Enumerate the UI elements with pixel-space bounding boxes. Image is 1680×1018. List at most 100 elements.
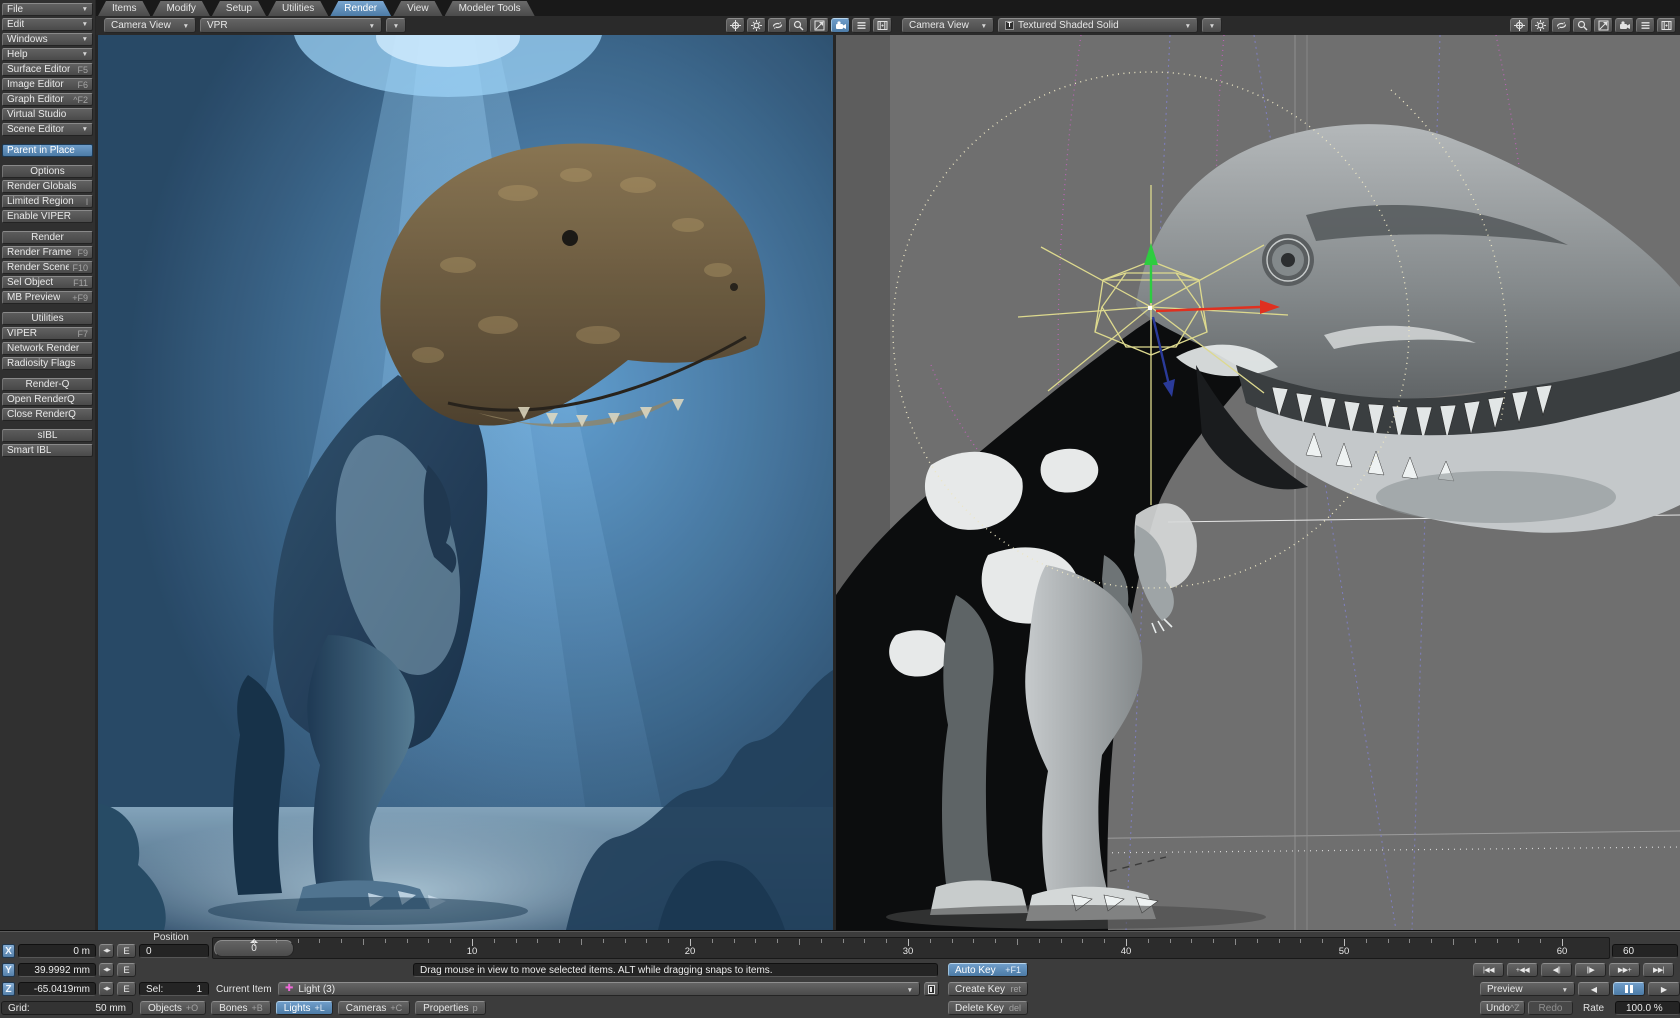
maximize-viewport-icon[interactable] [810, 18, 829, 33]
main-tab[interactable]: Items [98, 1, 150, 16]
delete-key-button[interactable]: Delete Key del [948, 1001, 1028, 1015]
position-y-field[interactable]: 39.9992 mm [18, 963, 96, 977]
frame-save-icon[interactable] [1657, 18, 1676, 33]
main-tab[interactable]: Modeler Tools [445, 1, 535, 16]
axis-x-badge: X [2, 944, 15, 958]
sidebar-item[interactable]: Render [2, 231, 93, 244]
sidebar-item[interactable]: Edit [2, 18, 93, 31]
sidebar-item[interactable]: Limited Region l [2, 195, 93, 208]
playback-step-button[interactable]: ▶▶+ [1609, 963, 1640, 977]
right-viewport-canvas[interactable] [836, 35, 1680, 930]
sidebar-item[interactable]: Render Scene F10 [2, 261, 93, 274]
sidebar-item[interactable]: Radiosity Flags [2, 357, 93, 370]
auto-key-button[interactable]: Auto Key +F1 [948, 963, 1028, 977]
end-frame-field[interactable]: 60 [1612, 944, 1678, 958]
item-type-button[interactable]: Objects +O [140, 1001, 206, 1015]
sidebar-item[interactable]: Windows [2, 33, 93, 46]
right-view-type-dropdown[interactable]: Camera View [902, 18, 994, 33]
item-type-button[interactable]: Lights +L [276, 1001, 333, 1015]
envelope-x-button[interactable]: E [117, 944, 136, 958]
pan-view-icon[interactable] [726, 18, 745, 33]
sidebar-item[interactable]: Network Render [2, 342, 93, 355]
rate-field[interactable]: 100.0 % [1615, 1001, 1680, 1015]
list-menu-icon[interactable] [1636, 18, 1655, 33]
play-reverse-button[interactable]: ◀ [1578, 982, 1610, 996]
frame-save-icon[interactable] [873, 18, 892, 33]
playback-step-button[interactable]: ◀|| [1541, 963, 1572, 977]
selection-count-field[interactable]: Sel: 1 [139, 982, 209, 996]
camera-view-icon[interactable] [831, 18, 850, 33]
create-key-button[interactable]: Create Key ret [948, 982, 1028, 996]
envelope-z-button[interactable]: E [117, 982, 136, 996]
sidebar-item[interactable]: Parent in Place [2, 144, 93, 157]
sidebar-item[interactable]: Utilities [2, 312, 93, 325]
current-item-dropdown[interactable]: ✚ Light (3) [278, 982, 920, 996]
sidebar-item[interactable]: VIPER F7 [2, 327, 93, 340]
right-viewport-menu-button[interactable] [1202, 18, 1222, 33]
maximize-viewport-icon[interactable] [1594, 18, 1613, 33]
main-tab[interactable]: View [393, 1, 443, 16]
playback-step-button[interactable]: |◀◀ [1473, 963, 1504, 977]
sidebar-item[interactable]: Scene Editor [2, 123, 93, 136]
playback-glyph: ▶▶+ [1618, 966, 1631, 974]
sidebar-item[interactable]: Virtual Studio [2, 108, 93, 121]
sidebar-item[interactable]: Render Frame F9 [2, 246, 93, 259]
nudge-x-button[interactable] [99, 944, 114, 958]
pan-view-icon[interactable] [1510, 18, 1529, 33]
frame-number-field[interactable]: 0 [139, 944, 209, 958]
sidebar-item[interactable]: Render-Q [2, 378, 93, 391]
camera-view-icon[interactable] [1615, 18, 1634, 33]
sidebar-item[interactable]: sIBL [2, 429, 93, 442]
play-forward-button[interactable]: ▶ [1648, 982, 1680, 996]
position-z-field[interactable]: -65.0419mm [18, 982, 96, 996]
left-view-type-dropdown[interactable]: Camera View [104, 18, 196, 33]
envelope-y-button[interactable]: E [117, 963, 136, 977]
preview-dropdown[interactable]: Preview [1480, 982, 1575, 996]
playback-step-button[interactable]: +◀◀ [1507, 963, 1538, 977]
left-viewport-canvas[interactable] [98, 35, 833, 930]
main-tab[interactable]: Render [330, 1, 391, 16]
nudge-z-button[interactable] [99, 982, 114, 996]
orbit-view-icon[interactable] [768, 18, 787, 33]
item-type-button[interactable]: Properties p [415, 1001, 486, 1015]
sidebar-item-label: Image Editor [7, 79, 64, 91]
pause-button[interactable] [1613, 982, 1645, 996]
rotate-view-icon[interactable] [747, 18, 766, 33]
sidebar-item-label: Scene Editor [7, 124, 64, 136]
sidebar-item[interactable]: Options [2, 165, 93, 178]
redo-button[interactable]: Redo [1528, 1001, 1573, 1015]
sidebar-item[interactable]: Surface Editor F5 [2, 63, 93, 76]
sidebar-item[interactable]: Close RenderQ [2, 408, 93, 421]
zoom-view-icon[interactable] [789, 18, 808, 33]
timeline-ruler[interactable]: 0 102030405060 [212, 937, 1610, 959]
main-tab[interactable]: Modify [152, 1, 209, 16]
undo-button[interactable]: Undo ^Z [1480, 1001, 1525, 1015]
position-x-field[interactable]: 0 m [18, 944, 96, 958]
left-render-mode-dropdown[interactable]: VPR [200, 18, 382, 33]
item-type-button[interactable]: Bones +B [211, 1001, 271, 1015]
rotate-view-icon[interactable] [1531, 18, 1550, 33]
playback-step-button[interactable]: ||▶ [1575, 963, 1606, 977]
list-menu-icon[interactable] [852, 18, 871, 33]
sidebar-item[interactable]: Smart IBL [2, 444, 93, 457]
sidebar-item[interactable]: Graph Editor ^F2 [2, 93, 93, 106]
main-tab[interactable]: Utilities [268, 1, 328, 16]
sidebar-item[interactable]: Render Globals [2, 180, 93, 193]
left-viewport-menu-button[interactable] [386, 18, 406, 33]
right-render-mode-dropdown[interactable]: T Textured Shaded Solid [998, 18, 1198, 33]
zoom-view-icon[interactable] [1573, 18, 1592, 33]
main-tab[interactable]: Setup [212, 1, 266, 16]
sidebar-item[interactable]: File [2, 3, 93, 16]
playback-step-button[interactable]: ▶▶| [1643, 963, 1674, 977]
sidebar-item[interactable]: Help [2, 48, 93, 61]
sidebar-item[interactable]: Image Editor F6 [2, 78, 93, 91]
sidebar-item[interactable]: Sel Object F11 [2, 276, 93, 289]
item-type-button[interactable]: Cameras +C [338, 1001, 410, 1015]
orbit-view-icon[interactable] [1552, 18, 1571, 33]
sidebar-item[interactable]: MB Preview +F9 [2, 291, 93, 304]
item-properties-mini-button[interactable] [924, 982, 939, 996]
bottom-control-panel: Position 0 102030405060 60 X 0 m E 0 Y 3… [0, 930, 1680, 1018]
sidebar-item[interactable]: Open RenderQ [2, 393, 93, 406]
sidebar-item[interactable]: Enable VIPER [2, 210, 93, 223]
nudge-y-button[interactable] [99, 963, 114, 977]
